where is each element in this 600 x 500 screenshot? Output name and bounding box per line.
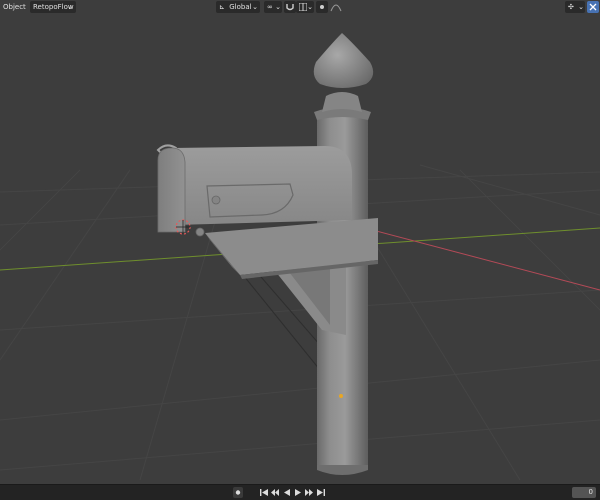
jump-start-icon [260, 489, 268, 496]
view-toggle-icon [589, 3, 597, 11]
pivot-point-dropdown[interactable]: ∞ ⌄ [264, 1, 282, 13]
chevron-down-icon: ⌄ [307, 3, 313, 11]
chevron-down-icon: ⌄ [252, 3, 258, 11]
timeline-bar: 0 [0, 484, 600, 500]
snap-increment-icon [298, 2, 308, 12]
view-toggle-button[interactable] [587, 1, 599, 13]
3d-viewport[interactable] [0, 0, 600, 500]
play-reverse-button[interactable] [282, 487, 292, 498]
play-button[interactable] [293, 487, 303, 498]
snap-toggle[interactable] [284, 1, 296, 13]
jump-start-button[interactable] [259, 487, 269, 498]
viewport-header: Object RetopoFlow ⌄ ⊾ Global ⌄ ∞ ⌄ ⌄ ✣ ⌄ [0, 0, 600, 15]
keyframe-prev-button[interactable] [270, 487, 280, 498]
proportional-editing-toggle[interactable] [316, 1, 328, 13]
record-button[interactable] [233, 487, 243, 498]
proportional-dot-icon [320, 5, 324, 9]
jump-end-icon [317, 489, 325, 496]
falloff-curve-icon [330, 4, 342, 12]
play-icon [295, 489, 301, 496]
orientation-label: Global [229, 3, 252, 11]
falloff-dropdown[interactable] [330, 1, 342, 13]
jump-end-button[interactable] [316, 487, 326, 498]
current-frame-field[interactable]: 0 [572, 487, 596, 498]
retopoflow-menu[interactable]: RetopoFlow ⌄ [30, 1, 76, 13]
gizmo-icon: ✣ [568, 3, 574, 11]
chevron-down-icon: ⌄ [275, 3, 281, 11]
snap-magnet-icon [286, 4, 294, 11]
keyframe-prev-icon [271, 489, 279, 496]
chevron-down-icon: ⌄ [578, 3, 584, 11]
chevron-down-icon: ⌄ [67, 3, 73, 11]
mode-label[interactable]: Object [0, 1, 29, 13]
gizmo-dropdown[interactable]: ✣ ⌄ [565, 1, 585, 13]
play-reverse-icon [284, 489, 290, 496]
axis-orientation-icon: ⊾ [219, 3, 225, 11]
keyframe-next-button[interactable] [304, 487, 314, 498]
link-icon: ∞ [267, 3, 273, 11]
transform-orientation-dropdown[interactable]: ⊾ Global ⌄ [216, 1, 260, 13]
object-origin-dot [339, 394, 343, 398]
record-icon [235, 490, 241, 495]
snap-target-dropdown[interactable]: ⌄ [296, 1, 314, 13]
keyframe-next-icon [305, 489, 313, 496]
